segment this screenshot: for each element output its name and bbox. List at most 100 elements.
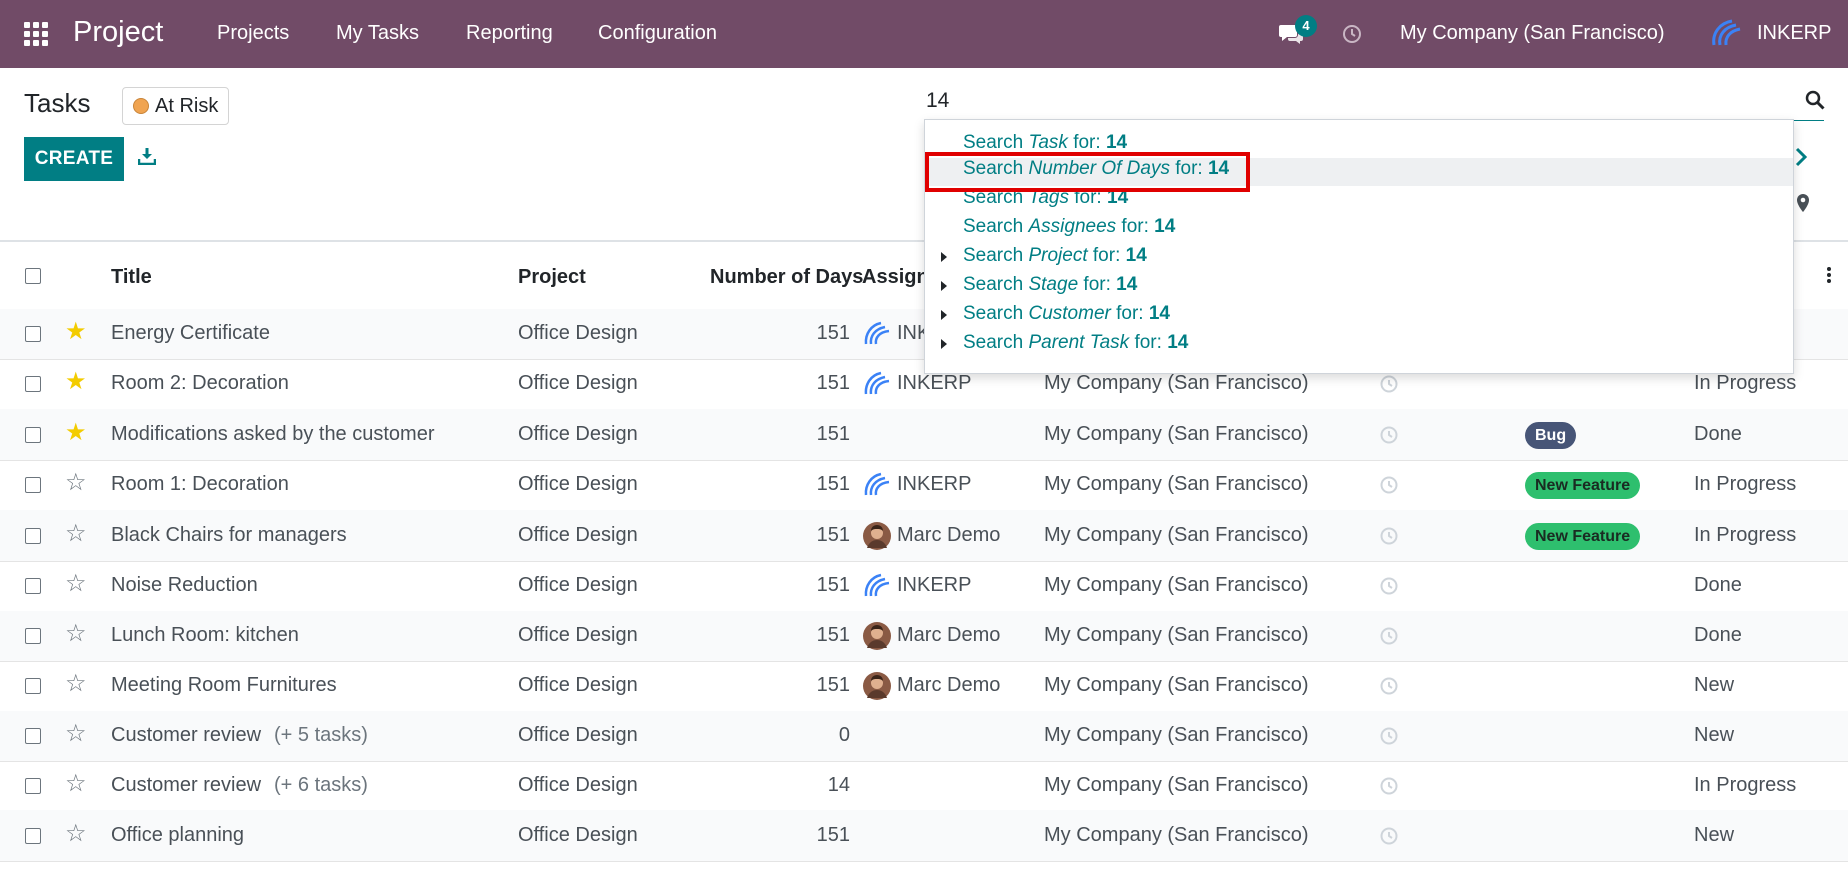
task-stage: In Progress xyxy=(1694,524,1797,546)
optional-columns-icon[interactable] xyxy=(1826,266,1832,284)
row-checkbox[interactable] xyxy=(25,477,41,493)
activity-clock-icon[interactable] xyxy=(1380,677,1398,700)
row-checkbox[interactable] xyxy=(25,628,41,644)
priority-star-icon[interactable]: ☆ xyxy=(65,522,87,546)
user-name[interactable]: INKERP xyxy=(1757,22,1831,45)
option-field: Stage xyxy=(1028,274,1079,295)
row-checkbox[interactable] xyxy=(25,678,41,694)
option-field: Project xyxy=(1028,245,1088,266)
task-number-of-days: 151 xyxy=(816,824,850,846)
row-checkbox[interactable] xyxy=(25,728,41,744)
task-stage: New xyxy=(1694,824,1735,846)
user-logo-icon[interactable] xyxy=(1710,17,1750,49)
priority-star-icon[interactable]: ★ xyxy=(65,320,87,344)
dropdown-option[interactable]: Search Stage for: 14 xyxy=(963,274,1137,296)
assignee-avatar xyxy=(863,320,891,348)
table-row[interactable]: ☆ Office planning Office Design 151 My Compa… xyxy=(0,810,1848,862)
assignee-avatar xyxy=(863,572,891,600)
row-checkbox[interactable] xyxy=(25,578,41,594)
activity-clock-icon[interactable] xyxy=(1380,577,1398,600)
dropdown-option[interactable]: Search Parent Task for: 14 xyxy=(963,332,1188,354)
header-project[interactable]: Project xyxy=(518,266,586,289)
table-row[interactable]: ☆ Customer review (+ 5 tasks) Office Design… xyxy=(0,711,1848,762)
priority-star-icon[interactable]: ☆ xyxy=(65,622,87,646)
chevron-right-icon[interactable] xyxy=(1794,147,1808,167)
row-checkbox[interactable] xyxy=(25,326,41,342)
task-title: Lunch Room: kitchen xyxy=(111,624,299,646)
dropdown-option[interactable]: Search Task for: 14 xyxy=(963,132,1127,154)
task-tag: Bug xyxy=(1525,422,1577,449)
menu-projects[interactable]: Projects xyxy=(217,22,289,45)
dropdown-option[interactable]: Search Project for: 14 xyxy=(963,245,1147,267)
priority-star-icon[interactable]: ☆ xyxy=(65,572,87,596)
dropdown-option[interactable]: Search Customer for: 14 xyxy=(963,303,1170,325)
select-all-checkbox[interactable] xyxy=(25,268,41,284)
create-button[interactable]: CREATE xyxy=(24,137,124,181)
activity-clock-icon[interactable] xyxy=(1380,375,1398,398)
header-title[interactable]: Title xyxy=(111,266,152,289)
priority-star-icon[interactable]: ★ xyxy=(65,421,87,445)
menu-my-tasks[interactable]: My Tasks xyxy=(336,22,419,45)
map-pin-icon[interactable] xyxy=(1796,193,1810,213)
task-stage: Done xyxy=(1694,423,1742,445)
chat-count-badge: 4 xyxy=(1295,15,1317,37)
assignee-avatar xyxy=(863,522,891,550)
priority-star-icon[interactable]: ☆ xyxy=(65,722,87,746)
header-number-of-days[interactable]: Number of Days xyxy=(710,266,863,289)
row-checkbox[interactable] xyxy=(25,828,41,844)
activity-clock-icon[interactable] xyxy=(1380,426,1398,449)
table-row[interactable]: ☆ Black Chairs for managers Office Design 1… xyxy=(0,510,1848,562)
row-checkbox[interactable] xyxy=(25,427,41,443)
menu-reporting[interactable]: Reporting xyxy=(466,22,553,45)
task-number-of-days: 151 xyxy=(816,322,850,344)
priority-star-icon[interactable]: ☆ xyxy=(65,822,87,846)
option-value: 14 xyxy=(1148,303,1170,324)
task-title: Room 2: Decoration xyxy=(111,372,289,394)
dropdown-option[interactable]: Search Assignees for: 14 xyxy=(963,216,1175,238)
row-checkbox[interactable] xyxy=(25,778,41,794)
expand-caret-icon[interactable] xyxy=(941,310,947,320)
table-row[interactable]: ☆ Noise Reduction Office Design 151 INKERP My… xyxy=(0,561,1848,612)
table-row[interactable]: ☆ Room 1: Decoration Office Design 151 INKER… xyxy=(0,460,1848,511)
row-checkbox[interactable] xyxy=(25,528,41,544)
priority-star-icon[interactable]: ☆ xyxy=(65,672,87,696)
priority-star-icon[interactable]: ★ xyxy=(65,370,87,394)
menu-configuration[interactable]: Configuration xyxy=(598,22,717,45)
table-row[interactable]: ★ Modifications asked by the customer Offi… xyxy=(0,409,1848,461)
expand-caret-icon[interactable] xyxy=(941,252,947,262)
app-brand[interactable]: Project xyxy=(73,16,163,49)
activity-clock-icon[interactable] xyxy=(1380,777,1398,800)
at-risk-badge[interactable]: At Risk xyxy=(122,87,230,125)
table-row[interactable]: ☆ Lunch Room: kitchen Office Design 151 Marc… xyxy=(0,611,1848,662)
expand-caret-icon[interactable] xyxy=(941,339,947,349)
task-assignee: INKERP xyxy=(897,372,972,394)
search-icon[interactable] xyxy=(1805,90,1825,110)
table-row[interactable]: ☆ Meeting Room Furnitures Office Design 151… xyxy=(0,661,1848,712)
activity-clock-icon[interactable] xyxy=(1380,627,1398,650)
activity-clock-icon[interactable] xyxy=(1342,24,1362,44)
download-icon[interactable] xyxy=(138,147,156,165)
row-checkbox[interactable] xyxy=(25,376,41,392)
task-number-of-days: 151 xyxy=(816,674,850,696)
status-dot-icon xyxy=(133,98,149,114)
activity-clock-icon[interactable] xyxy=(1380,827,1398,850)
activity-clock-icon[interactable] xyxy=(1380,476,1398,499)
apps-grid-icon[interactable] xyxy=(24,22,48,46)
task-title: Noise Reduction xyxy=(111,574,258,596)
priority-star-icon[interactable]: ☆ xyxy=(65,471,87,495)
company-switcher[interactable]: My Company (San Francisco) xyxy=(1400,22,1665,45)
option-value: 14 xyxy=(1154,216,1176,237)
task-assignee: Marc Demo xyxy=(897,524,1001,546)
activity-clock-icon[interactable] xyxy=(1380,527,1398,550)
priority-star-icon[interactable]: ☆ xyxy=(65,772,87,796)
expand-caret-icon[interactable] xyxy=(941,281,947,291)
table-row[interactable]: ☆ Customer review (+ 6 tasks) Office Design… xyxy=(0,761,1848,811)
activity-clock-icon[interactable] xyxy=(1380,727,1398,750)
task-title: Black Chairs for managers xyxy=(111,524,347,546)
search-input[interactable] xyxy=(924,84,1788,118)
task-title: Office planning xyxy=(111,824,245,846)
task-number-of-days: 14 xyxy=(827,774,850,796)
task-company: My Company (San Francisco) xyxy=(1044,774,1309,796)
option-suffix: for: xyxy=(1129,332,1168,353)
task-company: My Company (San Francisco) xyxy=(1044,624,1309,646)
